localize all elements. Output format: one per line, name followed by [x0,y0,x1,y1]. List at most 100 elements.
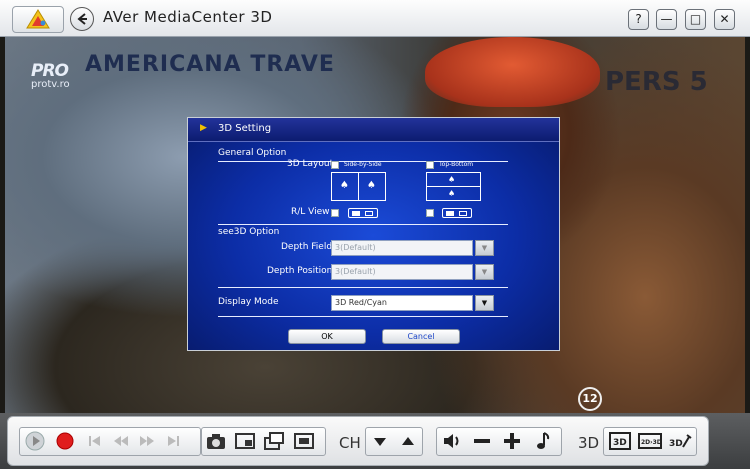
3d-settings-icon: 3D [669,434,692,449]
snapshot-icon [207,434,225,449]
top-bottom-label: Top-Bottom [439,161,474,168]
dialog-body: General Option 3D Layout Side-by-Side To… [188,142,559,350]
side-by-side-label: Side-by-Side [344,161,382,168]
close-icon: ✕ [719,12,730,26]
channel-up-icon [402,437,414,445]
3d-setting-dialog: ▶ 3D Setting General Option 3D Layout Si… [187,117,560,351]
depth-position-select[interactable]: 3(Default) [331,264,473,280]
depth-position-dropdown-button[interactable]: ▼ [475,264,494,280]
snapshot-button[interactable] [204,429,228,453]
see3d-option-label: see3D Option [218,227,280,237]
pip-button[interactable] [233,429,257,453]
skip-forward-icon [168,436,179,446]
channel-logo: PRO protv.ro [31,61,70,90]
glasses-swapped-icon [442,208,472,218]
depth-field-select[interactable]: 3(Default) [331,240,473,256]
chevron-down-icon: ▼ [481,268,488,276]
timeshift-button[interactable] [292,429,316,453]
chevron-down-icon: ▼ [481,244,488,252]
close-button[interactable]: ✕ [714,9,735,30]
channel-number-badge: 12 [578,387,602,411]
dialog-arrow-icon: ▶ [200,123,207,133]
maximize-button[interactable]: □ [685,9,706,30]
3d-mode-label: 3D [578,434,600,452]
play-icon [25,431,45,451]
display-mode-select[interactable]: 3D Red/Cyan [331,295,473,311]
glasses-icon [348,208,378,218]
volume-up-button[interactable] [500,429,524,453]
control-panel: CH 3D 3D 2D›3D 3D [7,416,709,466]
rewind-icon [114,436,128,446]
minimize-button[interactable]: — [656,9,677,30]
video-frame-detail [425,37,600,107]
channel-label: CH [339,434,361,452]
audio-button[interactable] [530,429,554,453]
skip-forward-button[interactable] [161,429,185,453]
app-logo-button[interactable] [12,6,64,33]
depth-field-dropdown-button[interactable]: ▼ [475,240,494,256]
rl-view-checkbox-normal[interactable] [331,209,339,217]
tree-icon: ♠ [340,180,349,191]
mute-icon [444,434,459,448]
2d-to-3d-icon: 2D›3D [638,433,662,449]
section-divider [218,287,508,288]
back-button[interactable] [70,7,94,31]
tree-icon: ♠ [367,180,376,191]
rl-view-label: R/L View [291,207,330,217]
control-bar: CH 3D 3D 2D›3D 3D [0,413,750,469]
svg-text:2D›3D: 2D›3D [641,439,662,446]
maximize-icon: □ [689,12,702,26]
top-bottom-preview: ♠ ♠ [426,172,481,201]
chevron-down-icon: ▼ [481,299,488,307]
skip-back-icon [89,436,100,446]
help-icon: ? [635,12,642,26]
channel-down-icon [374,438,386,446]
multi-channel-icon [264,432,284,450]
rl-view-checkbox-swapped[interactable] [426,209,434,217]
aver-logo-icon [26,9,50,29]
section-divider [218,224,508,225]
display-mode-label: Display Mode [218,297,279,307]
fast-forward-button[interactable] [135,429,159,453]
top-bottom-checkbox[interactable] [426,161,434,169]
general-option-label: General Option [218,148,287,158]
cancel-button[interactable]: Cancel [382,329,460,344]
fast-forward-icon [140,436,154,446]
dialog-header: ▶ 3D Setting [188,118,559,142]
tree-icon: ♠ [448,175,456,184]
side-by-side-checkbox[interactable] [331,161,339,169]
mute-button[interactable] [440,429,464,453]
side-by-side-preview: ♠ ♠ [331,172,386,201]
display-mode-dropdown-button[interactable]: ▼ [475,295,494,311]
help-button[interactable]: ? [628,9,649,30]
3d-view-button[interactable]: 3D [608,429,632,453]
skip-back-button[interactable] [83,429,107,453]
section-divider [218,316,508,317]
pip-icon [235,433,255,449]
title-bar: AVer MediaCenter 3D ? — □ ✕ [0,0,750,37]
tree-icon: ♠ [448,189,456,198]
window-title: AVer MediaCenter 3D [103,8,273,26]
svg-text:3D: 3D [613,438,627,448]
record-button[interactable] [53,429,77,453]
3d-view-icon: 3D [609,432,631,450]
play-button[interactable] [23,429,47,453]
channel-logo-text: PRO [31,61,69,81]
back-arrow-icon [77,13,87,25]
channel-up-button[interactable] [396,429,420,453]
timeshift-icon [294,433,314,449]
volume-down-icon [474,439,490,443]
video-sign-text-right: PERS 5 [605,67,708,97]
ok-button[interactable]: OK [288,329,366,344]
channel-down-button[interactable] [368,429,392,453]
multi-channel-button[interactable] [262,429,286,453]
volume-down-button[interactable] [470,429,494,453]
2d-to-3d-button[interactable]: 2D›3D [638,429,662,453]
volume-up-icon [504,433,520,449]
channel-logo-url: protv.ro [31,79,70,90]
3d-settings-button[interactable]: 3D [668,429,692,453]
minimize-icon: — [660,12,673,26]
audio-icon [537,432,550,449]
record-icon [56,432,74,450]
rewind-button[interactable] [109,429,133,453]
